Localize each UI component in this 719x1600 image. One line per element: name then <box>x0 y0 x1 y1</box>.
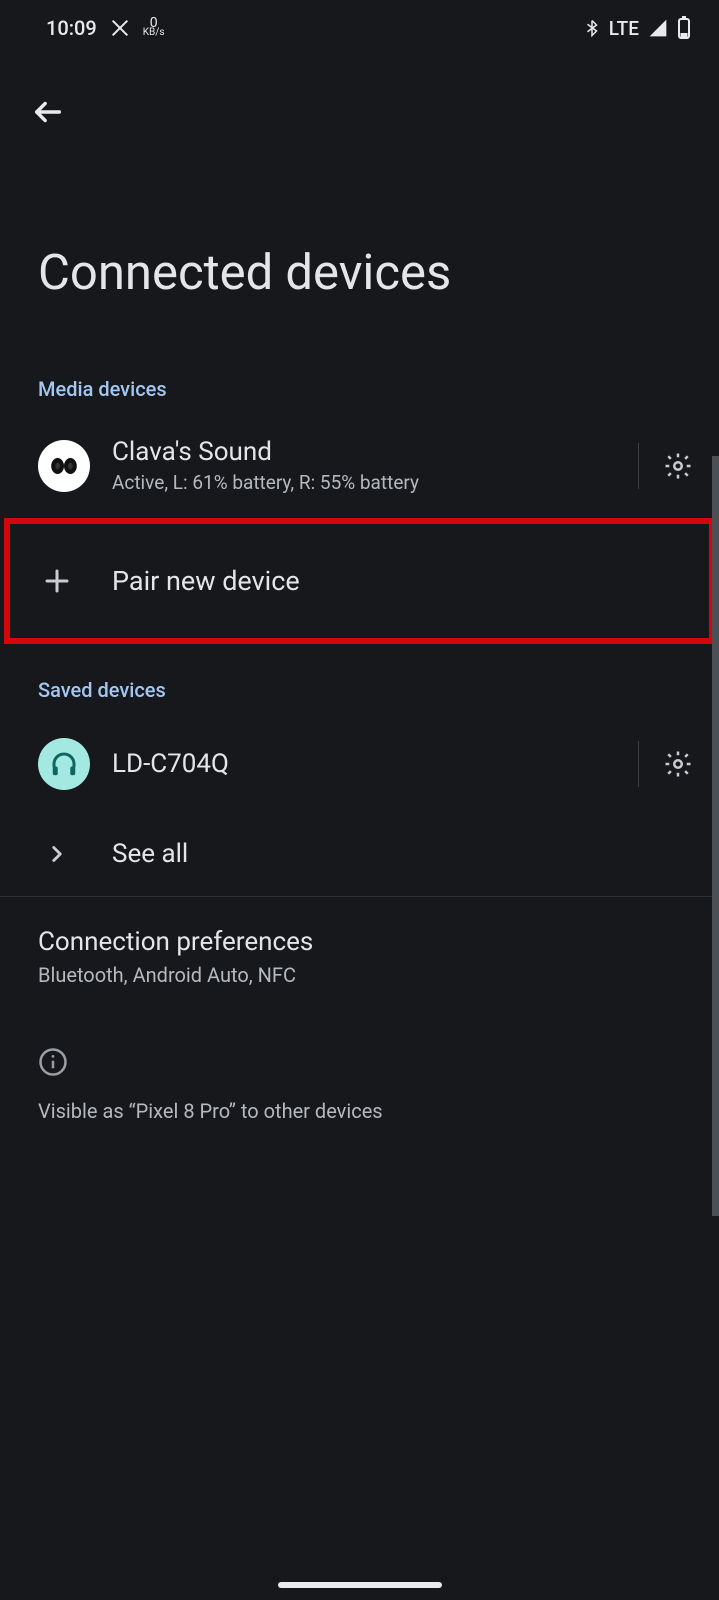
media-device-name: Clava's Sound <box>112 437 614 467</box>
info-row <box>0 1007 719 1077</box>
status-bar: 10:09 0 KB/s LTE <box>0 0 719 56</box>
gesture-bar[interactable] <box>278 1582 442 1588</box>
x-app-icon <box>109 17 131 39</box>
signal-icon <box>647 18 669 38</box>
earbuds-icon <box>38 440 90 492</box>
status-right: LTE <box>583 16 691 40</box>
section-media-header: Media devices <box>0 301 719 415</box>
bluetooth-icon <box>583 17 601 39</box>
connection-preferences-row[interactable]: Connection preferences Bluetooth, Androi… <box>0 897 719 1007</box>
pair-new-device-row[interactable]: Pair new device <box>4 518 715 644</box>
media-device-row[interactable]: Clava's Sound Active, L: 61% battery, R:… <box>0 415 719 516</box>
network-speed: 0 KB/s <box>143 18 165 38</box>
back-button[interactable] <box>26 90 70 134</box>
saved-device-settings-button[interactable] <box>663 749 693 779</box>
scrollbar[interactable] <box>712 456 719 1216</box>
status-left: 10:09 0 KB/s <box>46 16 165 40</box>
media-device-status: Active, L: 61% battery, R: 55% battery <box>112 471 614 494</box>
section-saved-header: Saved devices <box>0 644 719 716</box>
network-type: LTE <box>609 17 639 40</box>
divider <box>638 443 639 489</box>
pair-new-device-label: Pair new device <box>112 565 689 597</box>
status-time: 10:09 <box>46 16 97 40</box>
connection-preferences-title: Connection preferences <box>38 927 693 957</box>
divider <box>638 741 639 787</box>
page-title: Connected devices <box>0 134 719 301</box>
info-icon <box>38 1047 719 1077</box>
media-device-settings-button[interactable] <box>663 451 693 481</box>
battery-icon <box>677 16 691 40</box>
plus-icon <box>42 566 72 596</box>
saved-device-name: LD-C704Q <box>112 749 614 779</box>
app-bar <box>0 56 719 134</box>
see-all-label: See all <box>112 839 693 869</box>
headphones-icon <box>38 738 90 790</box>
see-all-row[interactable]: See all <box>0 812 719 896</box>
connection-preferences-subtitle: Bluetooth, Android Auto, NFC <box>38 963 693 987</box>
visibility-text: Visible as “Pixel 8 Pro” to other device… <box>0 1077 719 1123</box>
saved-device-row[interactable]: LD-C704Q <box>0 716 719 812</box>
chevron-right-icon <box>42 839 72 869</box>
